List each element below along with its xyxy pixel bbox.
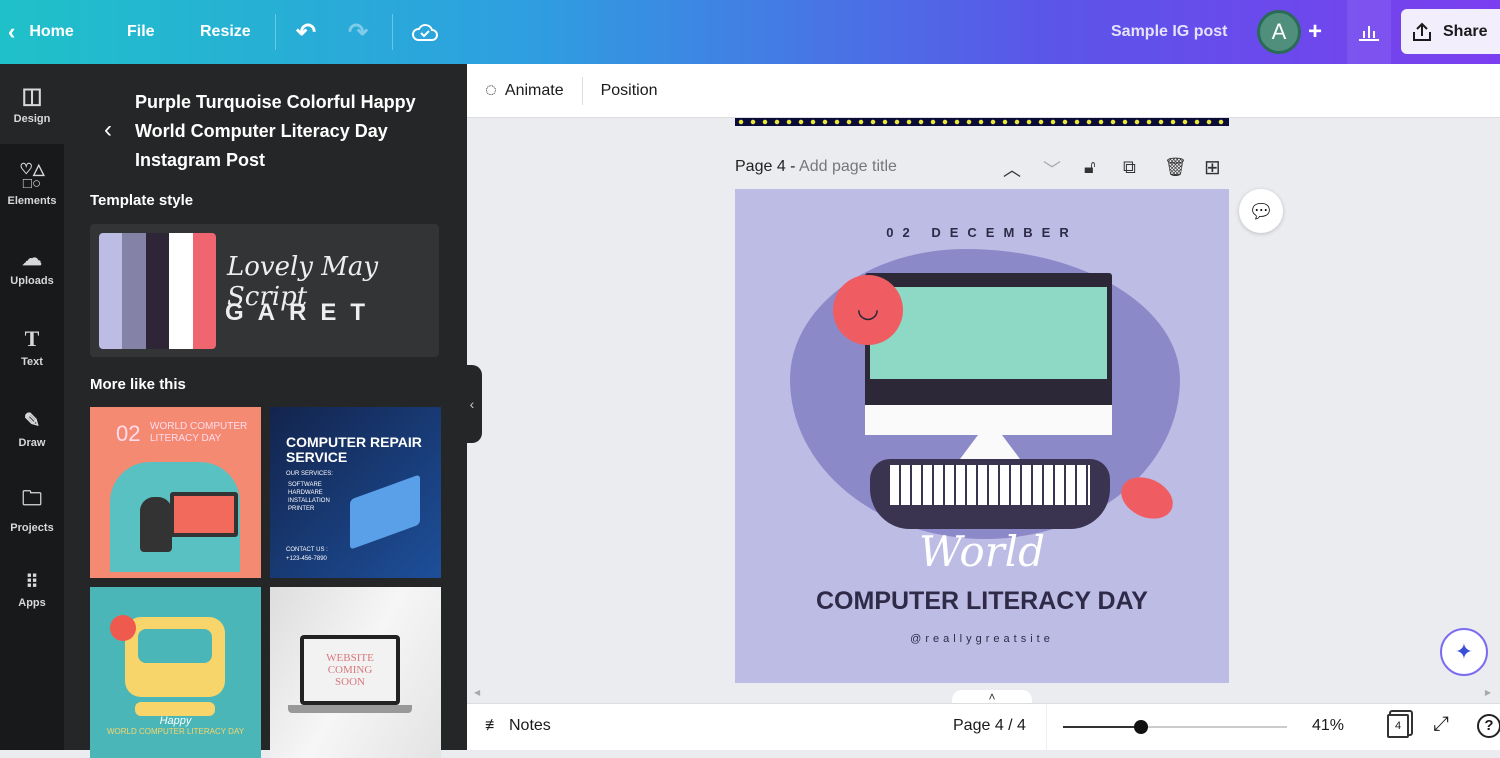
bottom-bar: ≢ Notes Page 4 / 4 41% 4 ⤢ ? (467, 703, 1500, 751)
notes-button[interactable]: ≢ Notes (485, 717, 551, 735)
redo-icon[interactable]: ↷ (348, 0, 368, 64)
page-title-field[interactable]: Page 4 - Add page title (735, 158, 897, 176)
duplicate-page-icon[interactable]: ⧉ (1123, 157, 1136, 178)
rail-elements[interactable]: ♡△ □○ Elements (0, 145, 64, 225)
rail-projects[interactable]: 🗀 Projects (0, 469, 64, 549)
layout-icon: ◫ (21, 83, 43, 108)
move-page-up-icon[interactable]: ︿ (1003, 156, 1021, 182)
palette-swatch (169, 233, 193, 349)
zoom-level[interactable]: 41% (1312, 717, 1344, 735)
insights-icon[interactable] (1347, 0, 1391, 64)
palette-swatch (192, 233, 216, 349)
share-icon (1413, 22, 1431, 41)
text-icon: T (24, 326, 40, 351)
design-page[interactable]: 02 DECEMBER ◡ World COMPUTER LITERACY DA… (735, 189, 1229, 683)
zoom-slider-handle[interactable] (1134, 720, 1149, 734)
color-palette (99, 233, 216, 349)
rail-draw[interactable]: ✎ Draw (0, 388, 64, 468)
design-handle[interactable]: @reallygreatsite (735, 633, 1229, 645)
add-page-icon[interactable]: ⊞ (1204, 155, 1221, 180)
rail-text[interactable]: T Text (0, 307, 64, 387)
rail-apps[interactable]: ⠿ Apps (0, 550, 64, 630)
design-date[interactable]: 02 DECEMBER (735, 225, 1229, 240)
cloud-upload-icon: ☁ (22, 247, 42, 270)
position-button[interactable]: Position (601, 82, 658, 100)
fullscreen-icon[interactable]: ⤢ (1433, 713, 1449, 736)
animate-icon: ◌ (485, 79, 497, 101)
help-icon[interactable]: ? (1477, 714, 1500, 738)
add-collaborator-icon[interactable]: + (1302, 0, 1328, 64)
grid-view-button[interactable]: 4 (1387, 714, 1409, 738)
rail-uploads[interactable]: ☁ Uploads (0, 226, 64, 306)
rail-design[interactable]: ◫ Design (0, 64, 64, 144)
side-rail: ◫ Design ♡△ □○ Elements ☁ Uploads T Text ✎ Dra… (0, 64, 64, 750)
template-title: Purple Turquoise Colorful Happy World Co… (135, 92, 416, 170)
file-menu[interactable]: File (127, 0, 155, 64)
palette-swatch (122, 233, 146, 349)
avatar[interactable]: A (1257, 10, 1301, 54)
heading-font-sample: GARET (225, 299, 379, 326)
editor-toolbar: ◌ Animate Position (467, 64, 1500, 118)
collapse-panel-button[interactable]: ‹ (462, 365, 482, 443)
design-script-text[interactable]: World (735, 527, 1229, 576)
template-thumb-2[interactable]: COMPUTER REPAIR SERVICE OUR SERVICES: SO… (270, 407, 441, 578)
shapes-icon: ♡△ □○ (19, 161, 45, 192)
monitor-illustration (865, 273, 1112, 408)
design-heading[interactable]: COMPUTER LITERACY DAY (735, 587, 1229, 616)
cloud-saved-icon[interactable] (411, 0, 439, 64)
apps-grid-icon: ⠿ (25, 571, 39, 592)
template-style-heading: Template style (90, 192, 194, 209)
design-panel: ‹ Purple Turquoise Colorful Happy World … (64, 64, 467, 758)
palette-swatch (99, 233, 123, 349)
share-button[interactable]: Share (1401, 9, 1500, 54)
add-comment-icon[interactable]: 💬︎ (1239, 189, 1283, 233)
top-bar: ‹ Home File Resize ↶ ↷ Sample IG post A +… (0, 0, 1500, 64)
move-page-down-icon[interactable]: ﹀ (1043, 156, 1061, 182)
chevron-left-icon: ‹ (8, 19, 16, 44)
more-like-this-heading: More like this (90, 376, 186, 393)
animate-button[interactable]: ◌ Animate (485, 79, 564, 102)
previous-page-edge (735, 118, 1229, 126)
folder-icon: 🗀 (22, 488, 42, 510)
smiley-sticker: ◡ (833, 275, 903, 345)
template-thumb-3[interactable]: Happy WORLD COMPUTER LITERACY DAY (90, 587, 261, 758)
design-name[interactable]: Sample IG post (1111, 0, 1227, 64)
show-pages-chevron-icon[interactable]: ˄ (952, 690, 1032, 704)
magic-sparkle-icon[interactable]: ✦ (1440, 628, 1488, 676)
page-indicator[interactable]: Page 4 / 4 (953, 717, 1026, 735)
unlock-icon[interactable]: 🔓︎ (1084, 157, 1096, 178)
palette-swatch (145, 233, 170, 349)
zoom-slider[interactable] (1063, 720, 1287, 734)
keyboard-illustration (870, 459, 1110, 529)
undo-icon[interactable]: ↶ (296, 0, 316, 64)
home-button[interactable]: ‹ Home (8, 0, 74, 64)
resize-button[interactable]: Resize (200, 0, 251, 64)
delete-page-icon[interactable]: 🗑︎ (1164, 157, 1187, 178)
template-thumb-4[interactable]: WEBSITE COMING SOON (270, 587, 441, 758)
notes-icon: ≢ (485, 717, 501, 734)
draw-icon: ✎ (23, 409, 41, 432)
template-style-card[interactable]: Lovely May Script GARET (90, 224, 439, 357)
back-chevron-icon[interactable]: ‹ (104, 116, 112, 144)
template-thumb-1[interactable]: 02 WORLD COMPUTER LITERACY DAY (90, 407, 261, 578)
